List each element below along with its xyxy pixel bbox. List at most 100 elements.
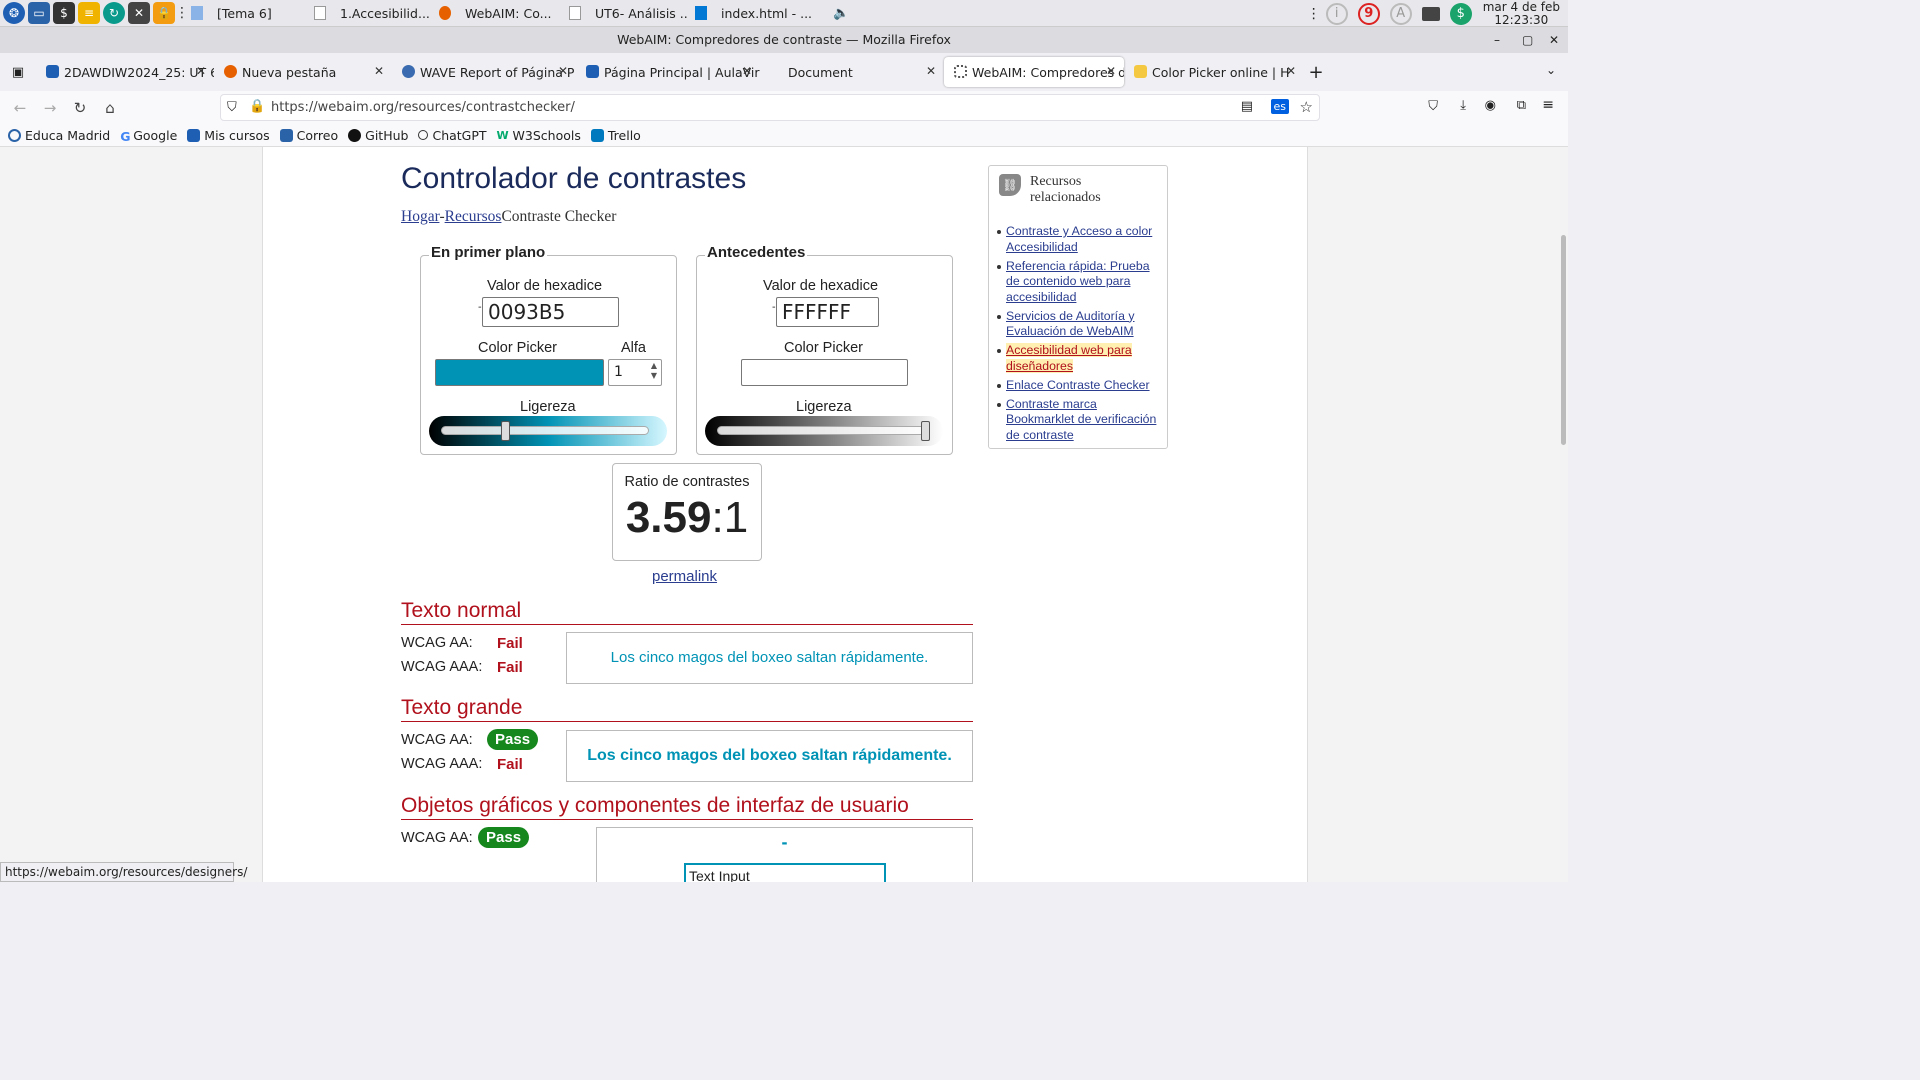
close-tab-icon[interactable]: ✕ [374, 64, 384, 78]
bg-lightness-slider[interactable] [705, 416, 943, 446]
tab-list-icon[interactable]: ▣ [0, 65, 36, 80]
more-icon[interactable]: ⋮ [175, 5, 189, 21]
bookmark-chatgpt[interactable]: ChatGPT [418, 128, 487, 143]
close-tab-icon[interactable]: ✕ [926, 64, 936, 78]
page-title: Controlador de contrastes [401, 162, 747, 195]
display-icon[interactable] [1421, 6, 1440, 21]
bookmark-github[interactable]: GitHub [348, 128, 408, 143]
tools-icon[interactable]: ✕ [128, 2, 150, 24]
tab-color-picker[interactable]: Color Picker online | H ✕ [1124, 57, 1304, 87]
downloads-icon[interactable]: ⤓ [1460, 98, 1466, 113]
extensions-icon[interactable]: ⧉ [1517, 98, 1526, 113]
network-icon[interactable]: $ [1449, 2, 1472, 25]
app-menu-icon[interactable]: ❂ [3, 2, 25, 24]
related-link-quick-reference[interactable]: Referencia rápida: Prueba de contenido w… [1006, 259, 1150, 304]
url-text[interactable]: https://webaim.org/resources/contrastche… [271, 100, 575, 115]
close-window-button[interactable]: ✕ [1549, 27, 1559, 53]
tab-2dawdiw[interactable]: 2DAWDIW2024_25: UT 6 ✕ [36, 57, 214, 87]
bookmark-correo[interactable]: Correo [279, 128, 338, 143]
notes-icon[interactable]: ≡ [78, 2, 100, 24]
github-icon [348, 128, 362, 142]
bookmark-mis-cursos[interactable]: Mis cursos [187, 128, 270, 143]
bookmark-star-icon[interactable]: ☆ [1300, 98, 1313, 116]
url-bar[interactable]: ⛉ 🔒 https://webaim.org/resources/contras… [220, 94, 1320, 121]
pocket-icon[interactable]: ⛉ [1428, 99, 1438, 114]
related-link-contrast-color[interactable]: Contraste y Acceso a color Accesibilidad [1006, 224, 1152, 254]
background-fieldset: Antecedentes Valor de hexadice - FFFFFF … [696, 244, 953, 455]
notifications-badge[interactable]: 9 [1357, 2, 1380, 25]
reader-view-icon[interactable]: ▤ [1241, 99, 1253, 114]
bookmark-w3schools[interactable]: W W3Schools [497, 128, 581, 143]
close-tab-icon[interactable]: ✕ [1286, 64, 1296, 78]
fg-lightness-slider[interactable] [429, 416, 667, 446]
related-link-item: Accesibilidad web para diseñadores [997, 343, 1162, 374]
forward-button[interactable]: → [35, 99, 65, 117]
bookmark-google[interactable]: G Google [120, 128, 177, 144]
task-ut6[interactable]: UT6- Análisis ... [563, 0, 689, 27]
back-button[interactable]: ← [5, 99, 35, 117]
bookmark-educa-madrid[interactable]: Educa Madrid [8, 128, 110, 143]
task-index[interactable]: index.html - ... [689, 0, 829, 27]
related-link-checker-link[interactable]: Enlace Contraste Checker [1006, 378, 1150, 392]
fg-alpha-value: 1 [614, 364, 623, 380]
bg-slider-handle[interactable] [921, 421, 930, 441]
info-icon[interactable]: i [1325, 2, 1348, 25]
menu-icon[interactable]: ≡ [1542, 97, 1554, 113]
lock-icon[interactable]: 🔒 [153, 2, 175, 24]
fg-slider-handle[interactable] [501, 421, 511, 441]
fg-color-picker[interactable] [435, 359, 604, 386]
bookmark-trello[interactable]: Trello [590, 127, 641, 143]
clock[interactable]: mar 4 de feb 12:23:30 [1483, 0, 1560, 27]
lock-icon[interactable]: 🔒 [249, 99, 265, 114]
close-tab-icon[interactable]: ✕ [196, 64, 206, 78]
breadcrumb-home-link[interactable]: Hogar [401, 208, 439, 225]
contrast-ratio-box: Ratio de contrastes 3.59:1 [612, 463, 762, 561]
close-tab-icon[interactable]: ✕ [1106, 64, 1116, 78]
scrollbar-thumb[interactable] [1561, 235, 1566, 445]
close-tab-icon[interactable]: ✕ [742, 64, 752, 78]
breadcrumb-resources-link[interactable]: Recursos [445, 208, 502, 225]
tray-more-icon[interactable]: ⋮ [1307, 6, 1321, 22]
fg-hex-input[interactable]: 0093B5 [482, 297, 619, 327]
list-all-tabs-icon[interactable]: ⌄ [1546, 63, 1556, 77]
desktop-icon[interactable]: ▭ [28, 2, 50, 24]
bookmark-label: Trello [607, 127, 641, 143]
graphics-text-input-sample[interactable]: Text Input [684, 863, 886, 882]
close-tab-icon[interactable]: ✕ [558, 64, 568, 78]
translate-icon[interactable]: es [1270, 99, 1289, 114]
bookmarks-toolbar: Educa Madrid G Google Mis cursos Correo G… [0, 124, 1568, 147]
graphics-aa-result: Pass [478, 827, 530, 848]
task-webaim[interactable]: WebAIM: Co... [433, 0, 563, 27]
minimize-button[interactable]: – [1494, 27, 1500, 53]
reload-button[interactable]: ↻ [65, 99, 95, 117]
tab-webaim[interactable]: WebAIM: Compredores d ✕ [944, 57, 1124, 87]
terminal-icon[interactable]: $ [53, 2, 75, 24]
volume-icon[interactable]: 🔈 [833, 6, 849, 21]
tab-nueva-pestana[interactable]: Nueva pestaña ✕ [214, 57, 392, 87]
related-link-designers[interactable]: Accesibilidad web para diseñadores [1006, 343, 1132, 373]
account-icon[interactable]: ◉ [1485, 98, 1496, 113]
moodle-icon [46, 65, 59, 78]
tab-wave-report[interactable]: WAVE Report of Página P ✕ [392, 57, 576, 87]
related-link-item: Servicios de Auditoría y Evaluación de W… [997, 309, 1162, 340]
maximize-button[interactable]: ▢ [1522, 27, 1533, 53]
spinner-icon[interactable]: ▲ ▼ [651, 361, 657, 381]
related-resources-heading: Recursos relacionados [1030, 174, 1101, 206]
hand-icon [1134, 65, 1147, 78]
tab-aulavirtual[interactable]: Página Principal | AulaVir ✕ [576, 57, 760, 87]
sync-icon[interactable]: ↻ [103, 2, 125, 24]
keyboard-layout-icon[interactable]: A [1389, 2, 1412, 25]
task-accesibilidad[interactable]: 1.Accesibilid... [308, 0, 433, 27]
page-scrollbar[interactable] [1560, 147, 1568, 882]
fg-alpha-input[interactable]: 1 ▲ ▼ [608, 359, 662, 386]
home-button[interactable]: ⌂ [95, 99, 125, 117]
related-link-bookmarklet[interactable]: Contraste marca Bookmarklet de verificac… [1006, 397, 1156, 442]
tab-document[interactable]: Document ✕ [760, 57, 944, 87]
bg-color-picker[interactable] [741, 359, 908, 386]
bg-hex-input[interactable]: FFFFFF [776, 297, 879, 327]
related-link-audit-services[interactable]: Servicios de Auditoría y Evaluación de W… [1006, 309, 1135, 339]
task-tema6[interactable]: [Tema 6] [183, 0, 308, 27]
new-tab-button[interactable]: + [1304, 62, 1328, 83]
permalink-link[interactable]: permalink [652, 568, 717, 585]
shield-icon[interactable]: ⛉ [227, 100, 237, 115]
